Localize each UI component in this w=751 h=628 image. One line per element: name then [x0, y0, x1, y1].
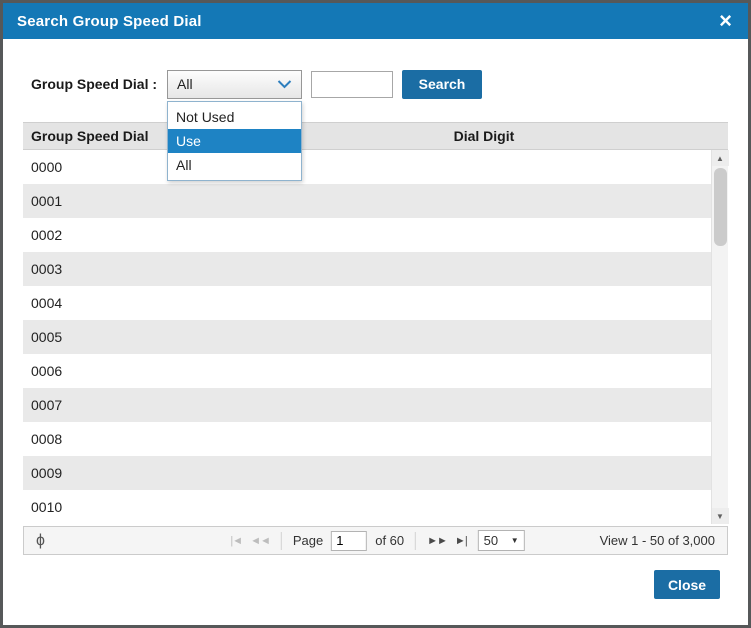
pager-controls: |◄ ◄◄ Page of 60 ►► ►| 50 ▼ — [226, 530, 525, 551]
cell-speed-dial: 0008 — [31, 431, 63, 447]
cell-speed-dial: 0004 — [31, 295, 63, 311]
dropdown-option-not-used[interactable]: Not Used — [168, 105, 301, 129]
select-dropdown-list: Not Used Use All — [167, 100, 303, 181]
table-row[interactable]: 0008 — [23, 422, 711, 456]
speed-dial-table: Group Speed Dial Dial Digit 0000 0001 00… — [23, 122, 729, 524]
page-count-label: of 60 — [375, 533, 405, 548]
page-label: Page — [292, 533, 324, 548]
scroll-up-icon[interactable]: ▲ — [711, 150, 729, 166]
table-header-row: Group Speed Dial Dial Digit — [23, 122, 728, 150]
table-row[interactable]: 0005 — [23, 320, 711, 354]
pager-bar: ϕ |◄ ◄◄ Page of 60 ►► ►| 50 ▼ View 1 - 5… — [23, 526, 728, 555]
table-row[interactable]: 0001 — [23, 184, 711, 218]
cell-speed-dial: 0001 — [31, 193, 63, 209]
cell-speed-dial: 0009 — [31, 465, 63, 481]
search-button[interactable]: Search — [402, 69, 483, 99]
table-row[interactable]: 0006 — [23, 354, 711, 388]
scroll-down-icon[interactable]: ▼ — [711, 508, 729, 524]
page-number-input[interactable] — [331, 530, 368, 551]
cell-speed-dial: 0010 — [31, 499, 63, 515]
table-row[interactable]: 0004 — [23, 286, 711, 320]
table-row[interactable]: 0009 — [23, 456, 711, 490]
search-group-speed-dial-dialog: Search Group Speed Dial × Group Speed Di… — [0, 0, 751, 628]
search-form: Group Speed Dial : All Not Used Use All … — [31, 69, 748, 181]
scrollbar-track[interactable] — [712, 246, 729, 508]
cell-speed-dial: 0007 — [31, 397, 63, 413]
select-current-value: All — [177, 76, 193, 92]
chevron-down-icon — [277, 79, 292, 89]
table-row[interactable]: 0002 — [23, 218, 711, 252]
table-body: 0000 0001 0002 0003 0004 0005 0006 0007 … — [23, 150, 729, 524]
cell-speed-dial: 0005 — [31, 329, 63, 345]
group-speed-dial-select-wrap: All Not Used Use All — [167, 69, 303, 181]
caret-down-icon: ▼ — [510, 536, 519, 545]
group-speed-dial-select[interactable]: All — [167, 69, 303, 99]
scrollbar-thumb[interactable] — [713, 168, 727, 246]
pager-separator — [280, 531, 282, 550]
dialog-title-bar: Search Group Speed Dial × — [3, 3, 748, 39]
last-page-icon[interactable]: ►| — [451, 535, 471, 547]
dropdown-option-all[interactable]: All — [168, 153, 301, 177]
refresh-icon[interactable]: ϕ — [36, 532, 45, 549]
dialog-footer: Close — [654, 570, 720, 599]
table-row[interactable]: 0007 — [23, 388, 711, 422]
dropdown-option-use[interactable]: Use — [168, 128, 302, 153]
dialog-title: Search Group Speed Dial — [17, 12, 202, 30]
page-size-select[interactable]: 50 ▼ — [477, 530, 525, 551]
prev-page-icon[interactable]: ◄◄ — [246, 535, 274, 547]
cell-speed-dial: 0002 — [31, 227, 63, 243]
pager-separator — [415, 531, 417, 550]
search-input[interactable] — [311, 70, 394, 98]
cell-speed-dial: 0003 — [31, 261, 63, 277]
close-button[interactable]: Close — [654, 570, 720, 599]
close-icon[interactable]: × — [717, 10, 734, 32]
table-row[interactable]: 0010 — [23, 490, 711, 524]
vertical-scrollbar[interactable]: ▲ ▼ — [711, 150, 729, 524]
page-size-value: 50 — [483, 533, 499, 548]
next-page-icon[interactable]: ►► — [423, 535, 451, 547]
cell-speed-dial: 0006 — [31, 363, 63, 379]
column-header-dial-digit: Dial Digit — [453, 128, 515, 144]
table-row[interactable]: 0003 — [23, 252, 711, 286]
group-speed-dial-label: Group Speed Dial : — [31, 76, 158, 92]
view-range-text: View 1 - 50 of 3,000 — [599, 533, 715, 548]
table-row[interactable]: 0000 — [23, 150, 711, 184]
first-page-icon[interactable]: |◄ — [226, 535, 246, 547]
